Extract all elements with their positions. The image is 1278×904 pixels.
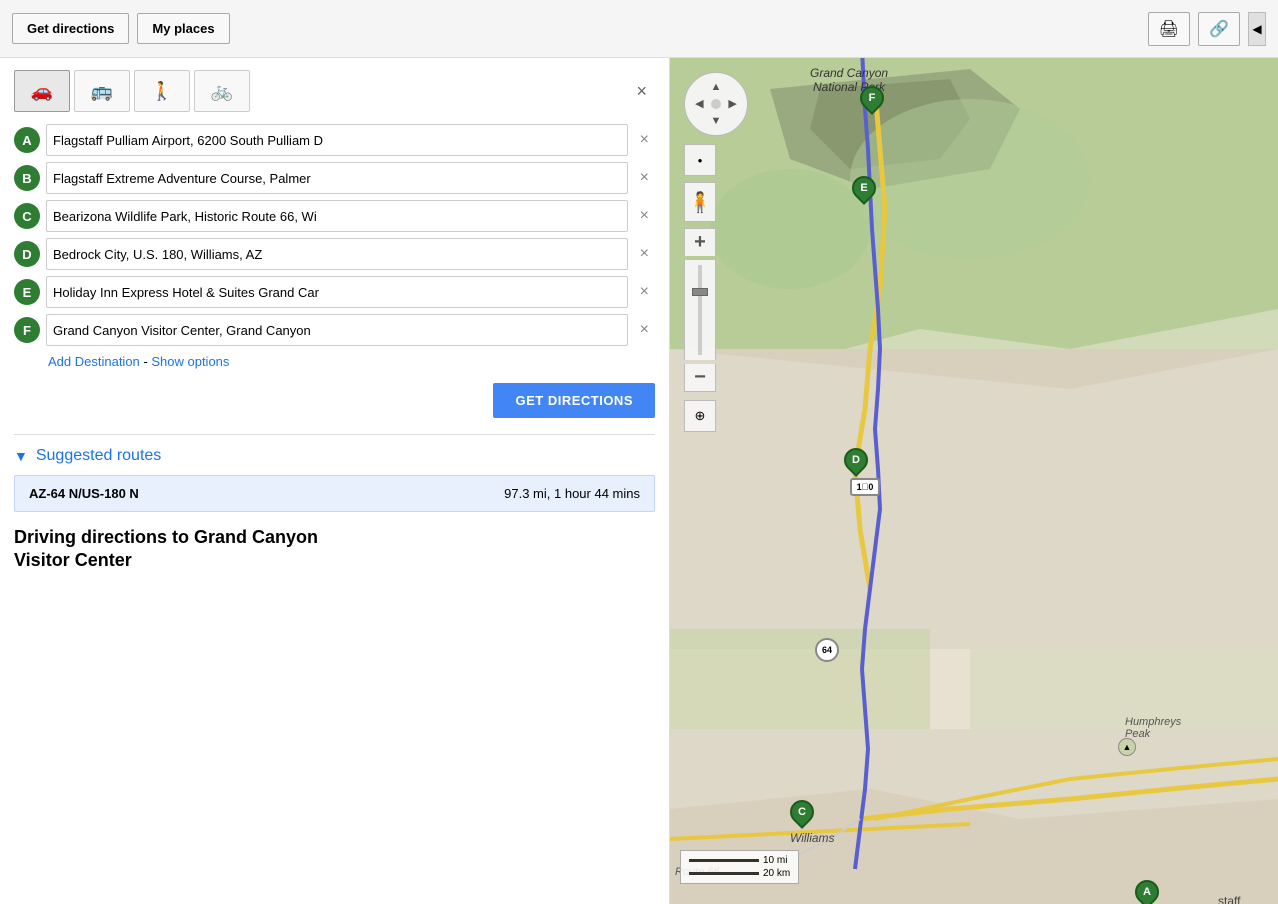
zoom-out-button[interactable]: − [684,364,716,392]
waypoint-remove-e[interactable]: × [634,281,655,303]
waypoint-remove-a[interactable]: × [634,129,655,151]
waypoint-row-a: A × [14,124,655,156]
nav-wheel: ▲ ◀ ▶ ▼ [684,72,748,136]
link-button[interactable]: 🔗 [1198,12,1240,46]
transport-mode-row: 🚗 🚌 🚶 🚲 × [14,70,655,112]
add-destination-link[interactable]: Add Destination [48,354,140,369]
transport-drive-button[interactable]: 🚗 [14,70,70,112]
marker-e: E [852,176,876,200]
close-directions-button[interactable]: × [628,77,655,106]
suggested-routes-title: Suggested routes [36,447,161,465]
print-button[interactable]: 🖨 [1148,12,1190,46]
marker-c: C [790,800,814,824]
nav-down-button[interactable]: ▼ [708,112,725,129]
scale-20km-label: 20 km [763,868,790,879]
waypoint-remove-f[interactable]: × [634,319,655,341]
waypoint-input-e[interactable] [46,276,628,308]
collapse-panel-button[interactable]: ◀ [1248,12,1266,46]
waypoints-list: A × B × C × D × E × [14,124,655,346]
scale-bar: 10 mi 20 km [680,850,799,884]
waypoint-input-a[interactable] [46,124,628,156]
nav-center [711,99,721,109]
waypoint-row-d: D × [14,238,655,270]
road-badge-180-10: 1⃝0 [850,478,880,496]
flagstaff-partial-label: staff [1218,894,1240,904]
transport-bike-button[interactable]: 🚲 [194,70,250,112]
panel-divider [14,434,655,435]
main-content: 🚗 🚌 🚶 🚲 × A × B × C × D [0,58,1278,904]
humphreys-peak-icon: ▲ [1118,738,1136,756]
nav-down-left-empty [691,112,708,129]
zoom-slider-track [684,260,716,360]
get-directions-button[interactable]: Get directions [12,13,129,44]
top-bar: Get directions My places 🖨 🔗 ◀ [0,0,1278,58]
marker-a: A [1135,880,1159,904]
zoom-slider-thumb[interactable] [692,288,708,296]
waypoint-row-f: F × [14,314,655,346]
route-row-0[interactable]: AZ-64 N/US-180 N 97.3 mi, 1 hour 44 mins [14,475,655,512]
humphreys-peak-label: Humphreys Peak [1125,716,1181,740]
driving-directions-title: Driving directions to Grand CanyonVisito… [14,526,655,573]
waypoint-input-b[interactable] [46,162,628,194]
waypoint-remove-c[interactable]: × [634,205,655,227]
transport-walk-button[interactable]: 🚶 [134,70,190,112]
get-directions-submit-button[interactable]: GET DIRECTIONS [493,383,655,418]
waypoint-remove-d[interactable]: × [634,243,655,265]
marker-f: F [860,86,884,110]
suggested-routes-arrow: ▼ [14,448,28,464]
waypoint-remove-b[interactable]: × [634,167,655,189]
map-type-button[interactable]: ⊕ [684,400,716,432]
nav-down-right-empty [724,112,741,129]
waypoint-input-d[interactable] [46,238,628,270]
waypoint-row-e: E × [14,276,655,308]
nav-up-button[interactable]: ▲ [708,79,725,96]
my-places-button[interactable]: My places [137,13,229,44]
waypoint-marker-d: D [14,241,40,267]
map-background [670,58,1278,904]
suggested-routes-header[interactable]: ▼ Suggested routes [14,447,655,465]
left-panel: 🚗 🚌 🚶 🚲 × A × B × C × D [0,58,670,904]
scale-10mi-label: 10 mi [763,855,787,866]
get-directions-row: GET DIRECTIONS [14,383,655,418]
waypoint-marker-f: F [14,317,40,343]
road-badge-64: 64 [815,638,839,662]
waypoint-input-f[interactable] [46,314,628,346]
street-view-button[interactable]: 🧍 [684,182,716,222]
nav-up-left-empty [691,79,708,96]
waypoint-input-c[interactable] [46,200,628,232]
nav-up-right-empty [724,79,741,96]
zoom-in-button[interactable]: + [684,228,716,256]
waypoint-row-b: B × [14,162,655,194]
nav-right-button[interactable]: ▶ [724,96,741,113]
show-options-link[interactable]: Show options [151,354,229,369]
marker-d: D [844,448,868,472]
transport-transit-button[interactable]: 🚌 [74,70,130,112]
map-recenter-button[interactable]: • [684,144,716,176]
williams-label: Williams [790,831,835,845]
waypoint-marker-a: A [14,127,40,153]
add-links-row: Add Destination - Show options [48,354,655,369]
waypoint-row-c: C × [14,200,655,232]
waypoint-marker-c: C [14,203,40,229]
nav-left-button[interactable]: ◀ [691,96,708,113]
route-info-0: 97.3 mi, 1 hour 44 mins [504,486,640,501]
map-area: Grand Canyon National Park Williams Hump… [670,58,1278,904]
route-name-0: AZ-64 N/US-180 N [29,486,139,501]
waypoint-marker-b: B [14,165,40,191]
map-controls: ▲ ◀ ▶ ▼ • 🧍 + [684,72,748,432]
waypoint-marker-e: E [14,279,40,305]
